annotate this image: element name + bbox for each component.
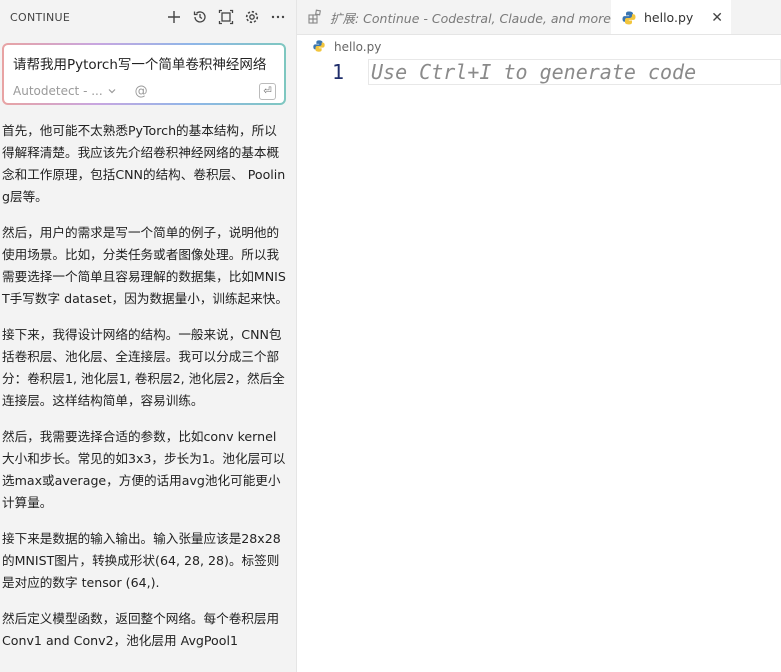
code-line[interactable]: 1 Use Ctrl+I to generate code [297, 58, 781, 86]
gear-icon[interactable] [242, 7, 262, 27]
more-icon[interactable] [268, 7, 288, 27]
tab-extension-continue[interactable]: 扩展: Continue - Codestral, Claude, and mo… [297, 0, 611, 34]
line-number: 1 [331, 60, 344, 84]
chevron-down-icon [108, 89, 116, 94]
model-select-label: Autodetect - ... [13, 84, 103, 98]
continue-sidebar: CONTINUE 请帮我用Pytorch写一个简单卷积神经网络 Autodete… [0, 0, 297, 672]
python-icon [312, 39, 328, 55]
chat-paragraph: 接下来，我得设计网络的结构。一般来说，CNN包括卷积层、池化层、全连接层。我可以… [2, 327, 285, 408]
python-icon [621, 10, 637, 26]
fullscreen-icon[interactable] [216, 7, 236, 27]
breadcrumb[interactable]: hello.py [297, 35, 781, 59]
sidebar-header: CONTINUE [0, 0, 296, 34]
tab-bar: 扩展: Continue - Codestral, Claude, and mo… [297, 0, 781, 35]
editor-placeholder[interactable]: Use Ctrl+I to generate code [368, 59, 781, 85]
editor-area: 扩展: Continue - Codestral, Claude, and mo… [297, 0, 781, 672]
chat-messages: 首先，他可能不太熟悉PyTorch的基本结构，所以得解释清楚。我应该先介绍卷积神… [2, 120, 288, 666]
enter-icon[interactable]: ⏎ [259, 82, 276, 100]
close-icon[interactable]: ✕ [711, 10, 723, 26]
tab-label: 扩展: Continue - Codestral, Claude, and mo… [330, 10, 611, 26]
chat-paragraph: 首先，他可能不太熟悉PyTorch的基本结构，所以得解释清楚。我应该先介绍卷积神… [2, 123, 286, 204]
chat-paragraph: 然后，用户的需求是写一个简单的例子，说明他的使用场景。比如，分类任务或者图像处理… [2, 225, 288, 306]
chat-input-box[interactable]: 请帮我用Pytorch写一个简单卷积神经网络 Autodetect - ... … [2, 43, 286, 105]
sidebar-actions [164, 7, 288, 27]
chat-input[interactable]: 请帮我用Pytorch写一个简单卷积神经网络 [13, 53, 266, 73]
chat-paragraph: 接下来是数据的输入输出。输入张量应该是28x28的MNIST图片，转换成形状(6… [2, 531, 281, 590]
breadcrumb-file[interactable]: hello.py [334, 40, 381, 54]
at-mention-icon[interactable]: @ [135, 84, 148, 99]
history-icon[interactable] [190, 7, 210, 27]
sidebar-title: CONTINUE [10, 10, 71, 24]
input-toolbar: Autodetect - ... @ ⏎ [13, 82, 276, 100]
chat-paragraph: 然后定义模型函数，返回整个网络。每个卷积层用 Conv1 and Conv2，池… [2, 611, 280, 648]
model-select[interactable]: Autodetect - ... [13, 84, 117, 98]
chat-paragraph: 然后，我需要选择合适的参数，比如conv kernel大小和步长。常见的如3x3… [2, 429, 286, 510]
tab-hello-py[interactable]: hello.py ✕ [611, 0, 731, 34]
code-editor[interactable]: 1 Use Ctrl+I to generate code [297, 58, 781, 86]
new-session-icon[interactable] [164, 7, 184, 27]
tab-label: hello.py [644, 10, 694, 25]
extensions-icon [307, 9, 323, 25]
